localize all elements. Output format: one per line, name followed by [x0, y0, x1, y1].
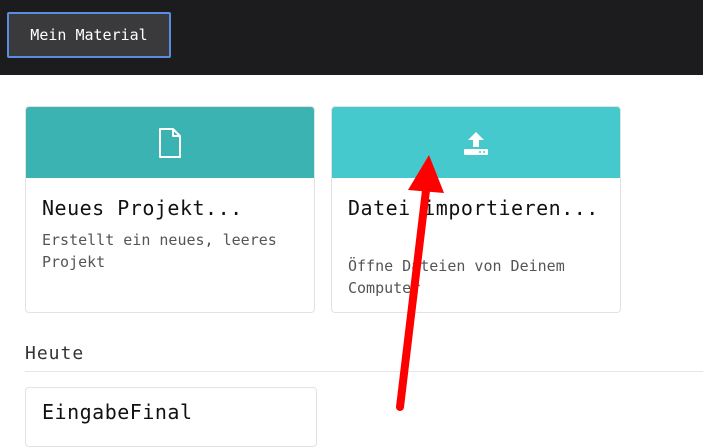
upload-icon	[464, 131, 488, 155]
file-icon	[159, 127, 181, 158]
project-card[interactable]: EingabeFinal	[25, 387, 317, 447]
import-file-description: Öffne Dateien von Deinem Computer	[348, 257, 565, 297]
new-project-card[interactable]: Neues Projekt... Erstellt ein neues, lee…	[25, 106, 315, 313]
project-title: EingabeFinal	[42, 400, 193, 424]
my-material-button[interactable]: Mein Material	[7, 12, 171, 58]
section-title-today: Heute	[25, 343, 85, 364]
new-project-description: Erstellt ein neues, leeres Projekt	[42, 231, 277, 271]
import-file-card-header	[332, 107, 620, 178]
new-project-title: Neues Projekt...	[42, 196, 243, 220]
top-bar: Mein Material	[0, 0, 703, 75]
import-file-card[interactable]: Datei importieren... Öffne Dateien von D…	[331, 106, 621, 313]
import-file-title: Datei importieren...	[348, 196, 599, 220]
section-divider	[25, 371, 703, 372]
new-project-card-header	[26, 107, 314, 178]
